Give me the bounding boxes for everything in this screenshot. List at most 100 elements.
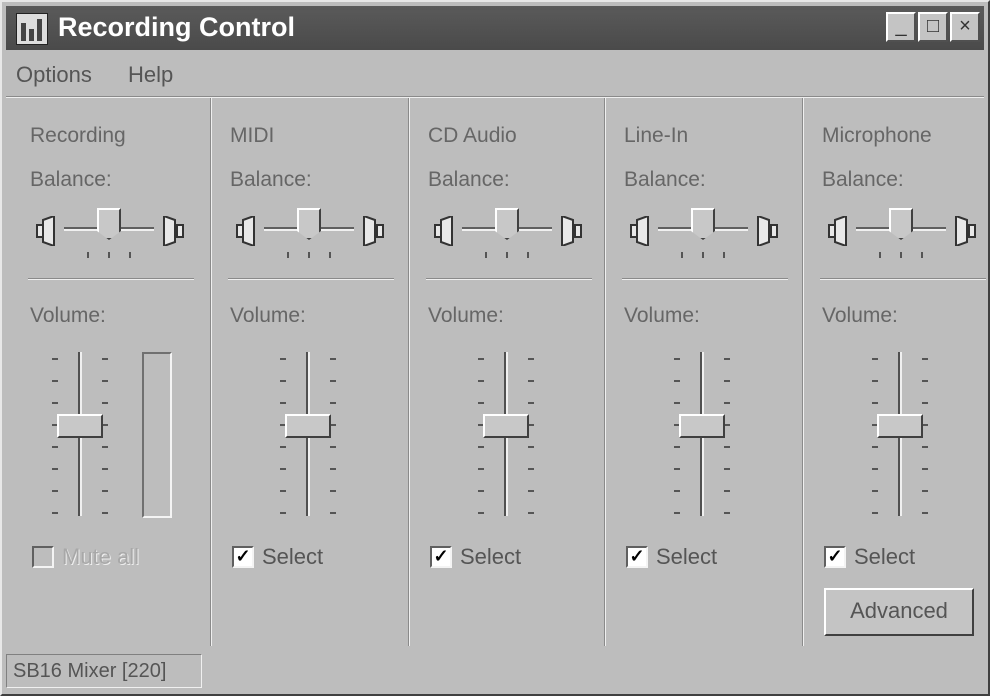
- check-mark: ✓: [433, 546, 449, 566]
- mixer-app-icon[interactable]: [16, 13, 48, 45]
- volume-tick: [872, 490, 878, 492]
- menu-help[interactable]: Help: [128, 62, 173, 88]
- balance-slider-thumb[interactable]: [297, 208, 321, 240]
- volume-tick: [478, 446, 484, 448]
- speaker-left-icon: [430, 216, 454, 246]
- volume-tick: [478, 512, 484, 514]
- panel-title: Recording: [30, 124, 126, 147]
- balance-slider-thumb[interactable]: [97, 208, 121, 240]
- minimize-button[interactable]: _: [886, 12, 916, 42]
- volume-tick: [280, 490, 286, 492]
- volume-tick: [922, 468, 928, 470]
- volume-tick: [330, 402, 336, 404]
- volume-slider-thumb[interactable]: [877, 413, 923, 438]
- volume-tick: [478, 468, 484, 470]
- check-mark: ✓: [235, 546, 251, 566]
- status-text: SB16 Mixer [220]: [6, 654, 202, 688]
- volume-tick: [724, 380, 730, 382]
- volume-tick: [528, 512, 534, 514]
- volume-tick: [872, 512, 878, 514]
- balance-label: Balance:: [822, 168, 904, 191]
- speaker-left-icon: [824, 216, 848, 246]
- panel-title: CD Audio: [428, 124, 517, 147]
- volume-label: Volume:: [428, 304, 504, 327]
- panel-checkbox[interactable]: ✓: [824, 546, 846, 568]
- balance-slider-thumb[interactable]: [691, 208, 715, 240]
- volume-label: Volume:: [230, 304, 306, 327]
- volume-tick: [102, 512, 108, 514]
- volume-tick: [330, 512, 336, 514]
- volume-slider-thumb[interactable]: [483, 413, 529, 438]
- level-meter: [142, 352, 172, 518]
- volume-tick: [478, 402, 484, 404]
- advanced-button[interactable]: Advanced: [824, 588, 974, 636]
- volume-tick: [330, 446, 336, 448]
- close-button[interactable]: ×: [950, 12, 980, 42]
- volume-tick: [280, 468, 286, 470]
- volume-tick: [478, 380, 484, 382]
- checkbox-label[interactable]: Select: [460, 544, 521, 570]
- panel-title: MIDI: [230, 124, 275, 147]
- balance-label: Balance:: [428, 168, 510, 191]
- volume-tick: [330, 490, 336, 492]
- volume-tick: [102, 402, 108, 404]
- volume-tick: [674, 402, 680, 404]
- speaker-right-icon: [954, 216, 978, 246]
- mixer-panel: Microphone Balance: Volume: ✓ Select Advanced: [804, 98, 990, 646]
- volume-tick: [528, 402, 534, 404]
- mixer-panel: Recording Balance: Volume: Mute all: [12, 98, 202, 646]
- volume-tick: [280, 380, 286, 382]
- volume-tick: [280, 446, 286, 448]
- volume-tick: [102, 490, 108, 492]
- checkbox-label[interactable]: Mute all: [62, 544, 139, 570]
- volume-tick: [724, 512, 730, 514]
- panel-checkbox[interactable]: ✓: [232, 546, 254, 568]
- volume-tick: [528, 380, 534, 382]
- volume-slider-thumb[interactable]: [57, 413, 103, 438]
- title-bar[interactable]: Recording Control _ □ ×: [6, 6, 984, 50]
- volume-tick: [52, 512, 58, 514]
- volume-tick: [674, 512, 680, 514]
- volume-tick: [674, 380, 680, 382]
- volume-tick: [674, 358, 680, 360]
- balance-slider-thumb[interactable]: [495, 208, 519, 240]
- checkbox-label[interactable]: Select: [854, 544, 915, 570]
- volume-tick: [330, 358, 336, 360]
- volume-tick: [52, 468, 58, 470]
- balance-slider-thumb[interactable]: [889, 208, 913, 240]
- volume-tick: [478, 358, 484, 360]
- panel-checkbox[interactable]: ✓: [430, 546, 452, 568]
- volume-tick: [724, 358, 730, 360]
- volume-slider-thumb[interactable]: [285, 413, 331, 438]
- volume-tick: [102, 446, 108, 448]
- volume-slider-thumb[interactable]: [679, 413, 725, 438]
- balance-label: Balance:: [30, 168, 112, 191]
- maximize-button[interactable]: □: [918, 12, 948, 42]
- panel-separator: [426, 278, 592, 280]
- volume-tick: [528, 446, 534, 448]
- volume-tick: [102, 358, 108, 360]
- check-mark: ✓: [827, 546, 843, 566]
- volume-tick: [922, 512, 928, 514]
- volume-tick: [724, 402, 730, 404]
- volume-tick: [724, 446, 730, 448]
- volume-tick: [280, 358, 286, 360]
- volume-label: Volume:: [30, 304, 106, 327]
- speaker-right-icon: [560, 216, 584, 246]
- panel-checkbox[interactable]: ✓: [626, 546, 648, 568]
- checkbox-label[interactable]: Select: [262, 544, 323, 570]
- balance-label: Balance:: [230, 168, 312, 191]
- volume-tick: [52, 402, 58, 404]
- volume-tick: [528, 468, 534, 470]
- speaker-left-icon: [626, 216, 650, 246]
- speaker-left-icon: [232, 216, 256, 246]
- panel-checkbox[interactable]: [32, 546, 54, 568]
- panel-title: Microphone: [822, 124, 932, 147]
- volume-tick: [330, 380, 336, 382]
- volume-tick: [872, 446, 878, 448]
- menu-options[interactable]: Options: [16, 62, 92, 88]
- volume-tick: [280, 402, 286, 404]
- checkbox-label[interactable]: Select: [656, 544, 717, 570]
- panel-separator: [622, 278, 788, 280]
- volume-label: Volume:: [822, 304, 898, 327]
